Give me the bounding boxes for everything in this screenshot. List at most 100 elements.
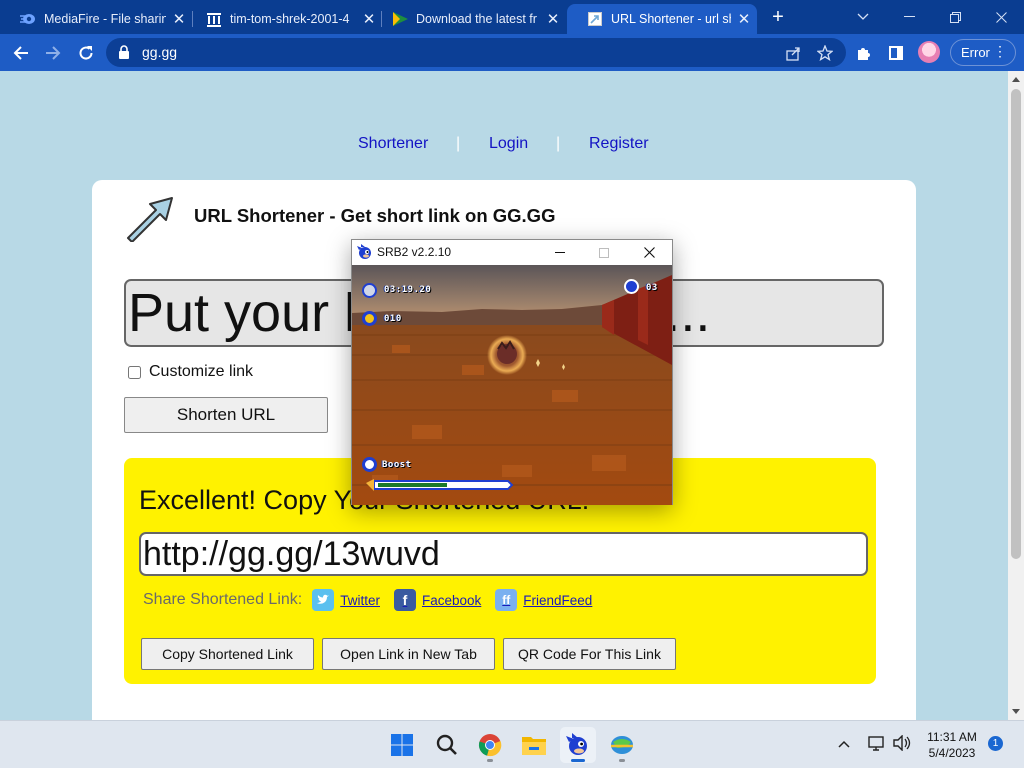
close-tab-icon[interactable]: ✕ xyxy=(540,10,566,28)
facebook-icon: f xyxy=(393,589,416,611)
taskbar-file-explorer-button[interactable] xyxy=(516,727,552,763)
tab-download[interactable]: Download the latest fr ✕ xyxy=(372,4,566,34)
taskbar-search-button[interactable] xyxy=(429,727,465,763)
twitter-icon xyxy=(312,589,335,611)
boost-meter-fill xyxy=(378,483,447,487)
restore-button[interactable] xyxy=(932,0,978,34)
game-minimize-button[interactable] xyxy=(538,240,582,265)
nav-separator: | xyxy=(456,135,461,152)
open-link-new-tab-button[interactable]: Open Link in New Tab xyxy=(322,638,495,670)
share-facebook-link[interactable]: f Facebook xyxy=(393,589,482,611)
profile-avatar[interactable] xyxy=(918,41,940,63)
network-icon[interactable] xyxy=(868,735,886,754)
clock-date: 5/4/2023 xyxy=(928,746,976,760)
ring-icon xyxy=(362,311,377,326)
forward-button[interactable] xyxy=(41,41,65,65)
taskbar-network-app-button[interactable] xyxy=(604,727,640,763)
share-friendfeed-link[interactable]: ff FriendFeed xyxy=(495,589,592,611)
boost-ability-icon xyxy=(362,457,377,472)
file-explorer-icon xyxy=(522,737,546,755)
more-vert-icon[interactable]: ⋮ xyxy=(993,43,1007,60)
taskbar-clock[interactable]: 11:31 AM 5/4/2023 xyxy=(918,729,986,761)
address-text[interactable]: gg.gg xyxy=(142,44,177,60)
back-arrow-icon xyxy=(13,46,28,60)
tab-mediafire[interactable]: MediaFire - File sharing ✕ xyxy=(0,4,192,34)
active-indicator xyxy=(571,759,585,762)
tab-title: URL Shortener - url sh xyxy=(611,12,731,26)
customize-link-label: Customize link xyxy=(149,363,254,380)
search-icon xyxy=(436,734,457,755)
back-button[interactable] xyxy=(9,41,33,65)
nav-separator: | xyxy=(556,135,561,152)
tab-search-button[interactable] xyxy=(840,0,886,34)
game-viewport[interactable]: 03:19.20 010 03 Boost xyxy=(352,265,672,505)
share-icon[interactable] xyxy=(782,42,804,64)
mediafire-icon xyxy=(20,11,36,27)
reload-button[interactable] xyxy=(74,41,98,65)
lives-sonic-icon xyxy=(624,279,639,294)
share-twitter-link[interactable]: Twitter xyxy=(312,589,380,611)
shorten-url-button[interactable]: Shorten URL xyxy=(124,397,328,433)
running-indicator xyxy=(619,759,625,762)
page-scrollbar[interactable] xyxy=(1008,71,1024,720)
windows-taskbar: 11:31 AM 5/4/2023 xyxy=(0,720,1024,768)
notification-badge[interactable]: 1 xyxy=(988,736,1003,751)
profile-error-label: Error xyxy=(961,45,990,60)
srb2-game-window[interactable]: SRB2 v2.2.10 03:19.20 010 03 Boost xyxy=(351,239,673,505)
share-row: Share Shortened Link: Twitter f Facebook… xyxy=(143,588,592,612)
play-triangle-icon xyxy=(392,11,408,27)
forward-arrow-icon xyxy=(46,46,61,60)
browser-tab-strip: MediaFire - File sharing ✕ tim-tom-shrek… xyxy=(0,0,1024,34)
minimize-button[interactable] xyxy=(886,0,932,34)
taskbar-srb2-button[interactable] xyxy=(560,727,596,763)
sonic-icon xyxy=(357,244,371,259)
share-friendfeed-label: FriendFeed xyxy=(523,592,593,608)
qr-code-button[interactable]: QR Code For This Link xyxy=(503,638,676,670)
profile-error-button[interactable]: Error ⋮ xyxy=(950,39,1016,66)
extensions-puzzle-icon[interactable] xyxy=(852,41,876,65)
new-tab-button[interactable]: + xyxy=(766,6,790,30)
start-button[interactable] xyxy=(384,727,420,763)
close-tab-icon[interactable]: ✕ xyxy=(731,10,757,28)
network-app-icon xyxy=(611,736,633,754)
share-facebook-label: Facebook xyxy=(421,592,482,608)
customize-link-checkbox[interactable] xyxy=(128,365,141,379)
reload-icon xyxy=(79,46,93,60)
tab-title: MediaFire - File sharing xyxy=(44,12,166,26)
hud-lives: 03 xyxy=(646,283,658,293)
srb2-icon xyxy=(566,733,587,755)
share-label: Share Shortened Link: xyxy=(143,591,303,608)
start-icon xyxy=(391,734,413,756)
tab-url-shortener[interactable]: URL Shortener - url sh ✕ xyxy=(567,4,757,34)
short-url-field[interactable] xyxy=(139,532,868,576)
scroll-down-arrow-icon[interactable] xyxy=(1012,709,1020,714)
volume-icon[interactable] xyxy=(893,734,911,754)
browser-toolbar: gg.gg Error ⋮ xyxy=(0,34,1024,71)
copy-short-link-button[interactable]: Copy Shortened Link xyxy=(141,638,314,670)
nav-link-shortener[interactable]: Shortener xyxy=(358,135,428,153)
share-twitter-label: Twitter xyxy=(340,592,380,608)
running-indicator xyxy=(487,759,493,762)
game-close-button[interactable] xyxy=(627,240,671,265)
game-title-bar[interactable]: SRB2 v2.2.10 xyxy=(352,240,672,265)
scrollbar-thumb[interactable] xyxy=(1011,89,1021,559)
arrow-logo-icon xyxy=(127,197,173,242)
side-panel-icon[interactable] xyxy=(884,41,908,65)
page-title: URL Shortener - Get short link on GG.GG xyxy=(194,205,556,226)
taskbar-chrome-button[interactable] xyxy=(472,727,508,763)
game-window-title: SRB2 v2.2.10 xyxy=(377,245,452,259)
address-bar[interactable]: gg.gg xyxy=(106,38,846,67)
chrome-icon xyxy=(478,734,502,757)
game-maximize-button xyxy=(582,240,626,265)
nav-link-register[interactable]: Register xyxy=(589,135,649,153)
tab-title: Download the latest fr xyxy=(416,12,537,26)
tab-title: tim-tom-shrek-2001-4 xyxy=(230,12,350,26)
tab-archive[interactable]: tim-tom-shrek-2001-4 ✕ xyxy=(186,4,382,34)
scroll-up-arrow-icon[interactable] xyxy=(1012,77,1020,82)
hud-rings: 010 xyxy=(384,314,402,324)
close-window-button[interactable] xyxy=(978,0,1024,34)
customize-link-option[interactable]: Customize link xyxy=(128,363,253,381)
nav-link-login[interactable]: Login xyxy=(489,135,528,153)
bookmark-star-icon[interactable] xyxy=(814,42,836,64)
show-hidden-icons-button[interactable] xyxy=(838,735,850,751)
